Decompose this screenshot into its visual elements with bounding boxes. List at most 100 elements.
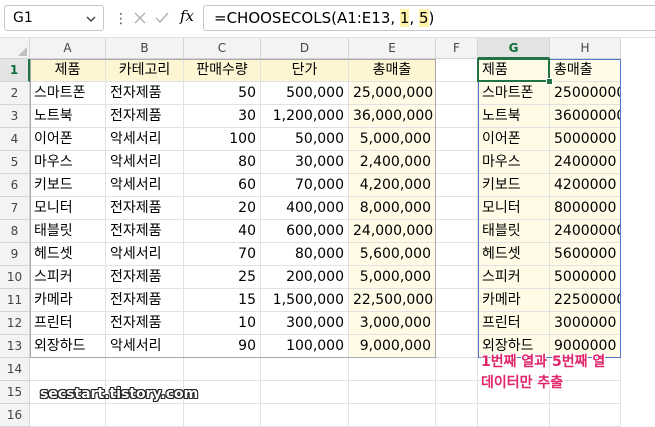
cell-h7[interactable]: 8000000 (550, 197, 621, 220)
cell-d1[interactable]: 단가 (261, 59, 349, 82)
cell-b6[interactable]: 악세서리 (106, 174, 184, 197)
cell-h8[interactable]: 24000000 (550, 220, 621, 243)
cell-c5[interactable]: 80 (184, 151, 261, 174)
cell-g9[interactable]: 헤드셋 (478, 243, 550, 266)
cell-b10[interactable]: 전자제품 (106, 266, 184, 289)
column-header-g[interactable]: G (478, 38, 550, 59)
cell-h10[interactable]: 5000000 (550, 266, 621, 289)
cell-f5[interactable] (436, 151, 478, 174)
cell-d12[interactable]: 300,000 (261, 312, 349, 335)
row-header-13[interactable]: 13 (0, 335, 30, 358)
cell-h5[interactable]: 2400000 (550, 151, 621, 174)
row-header-2[interactable]: 2 (0, 82, 30, 105)
fill-handle[interactable] (546, 78, 553, 85)
cell-g16[interactable] (478, 404, 550, 427)
cell-d9[interactable]: 80,000 (261, 243, 349, 266)
cell-g4[interactable]: 이어폰 (478, 128, 550, 151)
cell-d2[interactable]: 500,000 (261, 82, 349, 105)
cell-e14[interactable] (349, 358, 436, 381)
cell-h3[interactable]: 36000000 (550, 105, 621, 128)
cell-a11[interactable]: 카메라 (30, 289, 106, 312)
cell-a3[interactable]: 노트북 (30, 105, 106, 128)
cell-e13[interactable]: 9,000,000 (349, 335, 436, 358)
chevron-down-icon[interactable] (85, 13, 97, 25)
cell-h9[interactable]: 5600000 (550, 243, 621, 266)
cell-b13[interactable]: 악세서리 (106, 335, 184, 358)
cell-c8[interactable]: 40 (184, 220, 261, 243)
cell-e12[interactable]: 3,000,000 (349, 312, 436, 335)
cell-c9[interactable]: 70 (184, 243, 261, 266)
cell-f10[interactable] (436, 266, 478, 289)
cell-b12[interactable]: 전자제품 (106, 312, 184, 335)
cell-d11[interactable]: 1,500,000 (261, 289, 349, 312)
cell-a1[interactable]: 제품 (30, 59, 106, 82)
row-header-16[interactable]: 16 (0, 404, 30, 427)
cell-g5[interactable]: 마우스 (478, 151, 550, 174)
cell-c11[interactable]: 15 (184, 289, 261, 312)
formula-bar-separator[interactable]: ⋮ (114, 11, 128, 27)
cell-h2[interactable]: 25000000 (550, 82, 621, 105)
cell-f14[interactable] (436, 358, 478, 381)
cell-d4[interactable]: 50,000 (261, 128, 349, 151)
cell-a16[interactable] (30, 404, 106, 427)
cell-f2[interactable] (436, 82, 478, 105)
cell-b9[interactable]: 악세서리 (106, 243, 184, 266)
cell-f15[interactable] (436, 381, 478, 404)
row-header-4[interactable]: 4 (0, 128, 30, 151)
column-header-f[interactable]: F (436, 38, 478, 59)
cell-e1[interactable]: 총매출 (349, 59, 436, 82)
column-header-d[interactable]: D (261, 38, 349, 59)
cell-e4[interactable]: 5,000,000 (349, 128, 436, 151)
cell-a6[interactable]: 키보드 (30, 174, 106, 197)
check-icon[interactable] (153, 9, 171, 27)
row-header-6[interactable]: 6 (0, 174, 30, 197)
cell-f7[interactable] (436, 197, 478, 220)
row-header-11[interactable]: 11 (0, 289, 30, 312)
cell-h6[interactable]: 4200000 (550, 174, 621, 197)
cell-e6[interactable]: 4,200,000 (349, 174, 436, 197)
cell-c6[interactable]: 60 (184, 174, 261, 197)
cell-a8[interactable]: 태블릿 (30, 220, 106, 243)
cell-e16[interactable] (349, 404, 436, 427)
cell-d15[interactable] (261, 381, 349, 404)
cell-d3[interactable]: 1,200,000 (261, 105, 349, 128)
cell-e11[interactable]: 22,500,000 (349, 289, 436, 312)
cell-h4[interactable]: 5000000 (550, 128, 621, 151)
cell-d14[interactable] (261, 358, 349, 381)
cell-e8[interactable]: 24,000,000 (349, 220, 436, 243)
cell-g8[interactable]: 태블릿 (478, 220, 550, 243)
cell-g7[interactable]: 모니터 (478, 197, 550, 220)
cell-b14[interactable] (106, 358, 184, 381)
column-header-h[interactable]: H (550, 38, 621, 59)
cell-c7[interactable]: 20 (184, 197, 261, 220)
cell-c12[interactable]: 10 (184, 312, 261, 335)
cell-a9[interactable]: 헤드셋 (30, 243, 106, 266)
cell-e3[interactable]: 36,000,000 (349, 105, 436, 128)
row-header-3[interactable]: 3 (0, 105, 30, 128)
cell-g2[interactable]: 스마트폰 (478, 82, 550, 105)
cell-b11[interactable]: 전자제품 (106, 289, 184, 312)
cell-e15[interactable] (349, 381, 436, 404)
cell-d8[interactable]: 600,000 (261, 220, 349, 243)
cell-f1[interactable] (436, 59, 478, 82)
cell-e10[interactable]: 5,000,000 (349, 266, 436, 289)
cell-f16[interactable] (436, 404, 478, 427)
cell-c2[interactable]: 50 (184, 82, 261, 105)
cell-c4[interactable]: 100 (184, 128, 261, 151)
cell-h16[interactable] (550, 404, 621, 427)
cell-f9[interactable] (436, 243, 478, 266)
column-header-e[interactable]: E (349, 38, 436, 59)
cell-g1[interactable]: 제품 (478, 59, 550, 82)
cell-c3[interactable]: 30 (184, 105, 261, 128)
row-header-5[interactable]: 5 (0, 151, 30, 174)
cell-e7[interactable]: 8,000,000 (349, 197, 436, 220)
cell-f6[interactable] (436, 174, 478, 197)
fx-icon[interactable]: fx (180, 7, 194, 25)
cell-f12[interactable] (436, 312, 478, 335)
cell-a13[interactable]: 외장하드 (30, 335, 106, 358)
row-header-15[interactable]: 15 (0, 381, 30, 404)
cell-a5[interactable]: 마우스 (30, 151, 106, 174)
cell-e5[interactable]: 2,400,000 (349, 151, 436, 174)
cell-c1[interactable]: 판매수량 (184, 59, 261, 82)
cell-b8[interactable]: 전자제품 (106, 220, 184, 243)
